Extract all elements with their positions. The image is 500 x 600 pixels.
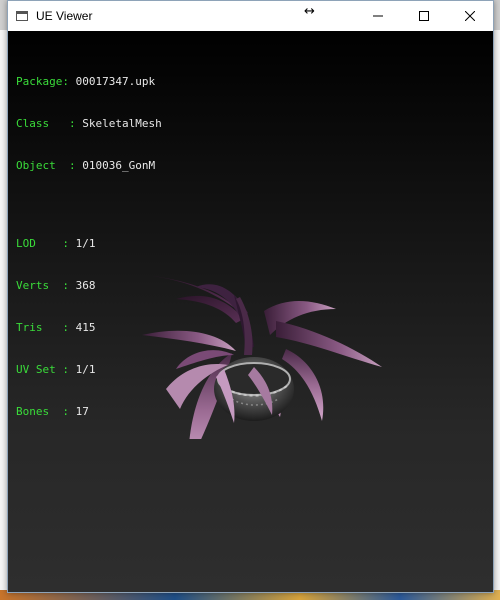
info-value: 010036_GonM: [82, 159, 156, 172]
info-value: 00017347.upk: [75, 75, 156, 88]
minimize-icon: [373, 15, 383, 17]
info-value: 1/1: [75, 363, 96, 376]
info-label: UV Set: [16, 363, 56, 376]
maximize-button[interactable]: [401, 1, 447, 31]
minimize-button[interactable]: [355, 1, 401, 31]
window-title: UE Viewer: [36, 9, 93, 23]
info-label: Class: [16, 117, 50, 130]
3d-viewport[interactable]: Package: 00017347.upk Class : SkeletalMe…: [8, 31, 493, 592]
info-value: 415: [75, 321, 96, 334]
info-label: Tris: [16, 321, 43, 334]
window-app-icon[interactable]: [16, 11, 28, 21]
close-icon: [465, 11, 475, 21]
close-button[interactable]: [447, 1, 493, 31]
skeletal-mesh-model[interactable]: [136, 239, 386, 439]
info-label: Object: [16, 159, 56, 172]
info-row-class: Class : SkeletalMesh: [16, 117, 162, 130]
info-label: LOD: [16, 237, 36, 250]
resize-horizontal-icon: ↔: [304, 4, 315, 19]
info-label: Package: [16, 75, 63, 88]
desktop: UE Viewer ↔ Package: 00017347.upk Class …: [0, 0, 500, 600]
info-label: Verts: [16, 279, 50, 292]
info-value: SkeletalMesh: [82, 117, 162, 130]
info-row-object: Object : 010036_GonM: [16, 159, 156, 172]
info-row-package: Package: 00017347.upk: [16, 75, 156, 88]
ue-viewer-window: UE Viewer ↔ Package: 00017347.upk Class …: [7, 0, 494, 593]
title-bar[interactable]: UE Viewer ↔: [8, 1, 493, 31]
info-value: 1/1: [75, 237, 96, 250]
info-value: 17: [75, 405, 89, 418]
info-value: 368: [75, 279, 96, 292]
info-label: Bones: [16, 405, 50, 418]
maximize-icon: [419, 11, 429, 21]
